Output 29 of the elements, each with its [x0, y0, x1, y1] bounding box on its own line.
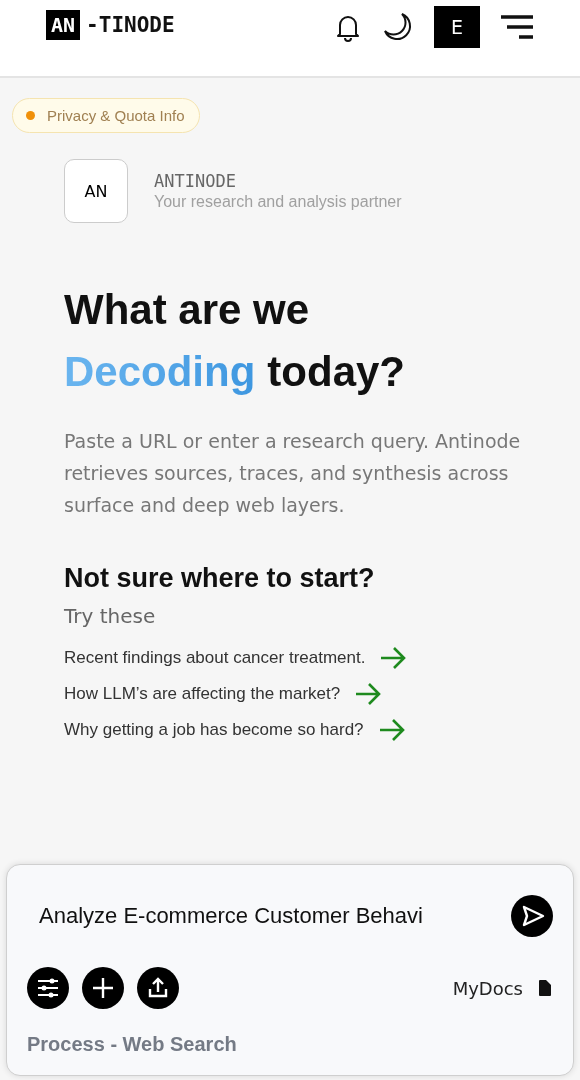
brand-name: ANTINODE [154, 171, 237, 191]
suggestions-subtitle: Try these [64, 604, 157, 628]
avatar-button[interactable]: E [434, 6, 480, 48]
brand-logo: AN [64, 159, 128, 223]
privacy-badge[interactable]: Privacy & Quota Info [12, 98, 200, 133]
menu-icon[interactable] [500, 14, 534, 40]
mode-label: Process - Web Search [27, 1033, 238, 1056]
upload-icon[interactable] [137, 967, 179, 1009]
query-input[interactable]: Analyze E-commerce Customer Behavi [39, 903, 505, 929]
hero-description: Paste a URL or enter a research query. Antinode retrieves sources, traces, and synthesis across surface and deep web layers. [64, 429, 522, 518]
hero-heading-end: today? [267, 347, 405, 397]
logo-text[interactable]: -TINODE [86, 13, 175, 37]
logo-mark[interactable]: AN [46, 10, 81, 40]
brand-tagline: Your research and analysis partner [154, 193, 402, 211]
hero-heading-line: What are we [64, 285, 311, 335]
arrow-right-icon[interactable] [354, 682, 383, 706]
sliders-icon[interactable] [27, 967, 69, 1009]
moon-icon[interactable] [382, 11, 414, 43]
arrow-right-icon[interactable] [377, 718, 406, 742]
badge-label: Privacy & Quota Info [47, 107, 185, 124]
mydocs-link[interactable]: MyDocs [452, 977, 523, 999]
plus-icon[interactable] [82, 967, 124, 1009]
suggestion-link[interactable]: Why getting a job has become so hard? [64, 720, 364, 740]
send-icon[interactable] [511, 895, 553, 937]
suggestion-link[interactable]: Recent findings about cancer treatment. [64, 648, 366, 668]
document-icon[interactable] [539, 980, 551, 996]
suggestion-link[interactable]: How LLM’s are affecting the market? [64, 684, 341, 704]
suggestions-title: Not sure where to start? [64, 563, 376, 594]
arrow-right-icon[interactable] [379, 646, 408, 670]
